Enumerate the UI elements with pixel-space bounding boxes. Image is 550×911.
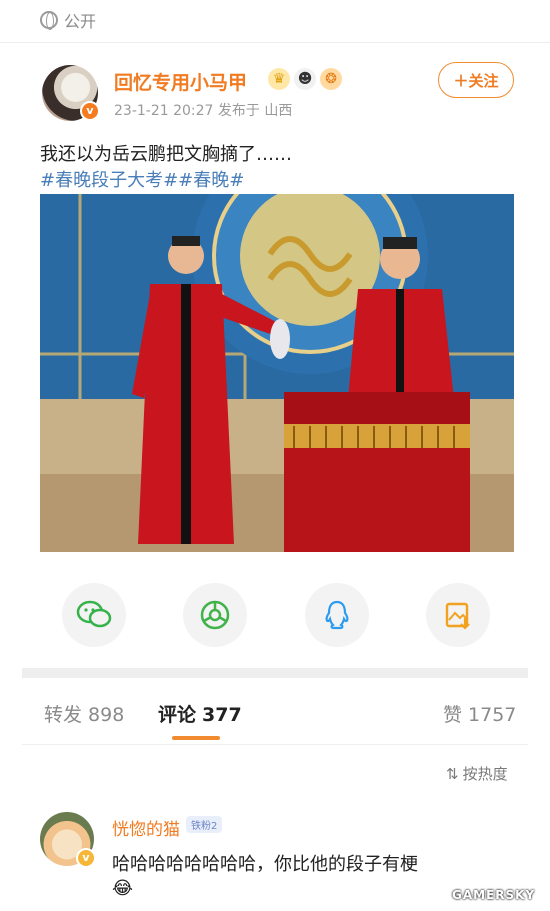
stage-photo — [40, 194, 514, 552]
tab-repost-label: 转发 — [44, 704, 83, 726]
tab-likes-label: 赞 — [443, 704, 463, 726]
tab-comments-count: 377 — [202, 704, 242, 726]
image-save-icon[interactable] — [426, 583, 490, 647]
share-row — [0, 583, 550, 647]
sort-control[interactable]: ⇅ 按热度 — [446, 763, 508, 784]
follow-button[interactable]: ＋关注 — [438, 62, 514, 98]
verified-badge-icon: v — [80, 101, 100, 121]
lion-icon: ❂ — [320, 68, 342, 90]
post-tabs: 转发 898 评论 377 赞 1757 — [0, 700, 550, 730]
moments-icon[interactable] — [183, 583, 247, 647]
sort-icon: ⇅ — [446, 764, 459, 783]
panda-icon: ☻ — [294, 68, 316, 90]
globe-icon — [40, 11, 58, 30]
tab-comments-label: 评论 — [158, 704, 197, 726]
tab-repost[interactable]: 转发 898 — [44, 700, 124, 727]
author-badges: ♛ ☻ ❂ — [268, 68, 342, 90]
watermark: GAMERSKY — [452, 888, 536, 902]
visibility-label: 公开 — [64, 12, 97, 31]
wechat-icon[interactable] — [62, 583, 126, 647]
tab-likes-count: 1757 — [468, 704, 517, 726]
commenter-verified-icon: v — [76, 848, 96, 868]
top-divider — [0, 42, 550, 43]
fan-level-badge: 铁粉2 — [186, 816, 223, 833]
post-meta: 23-1-21 20:27 发布于 山西 — [114, 103, 293, 119]
comment-text: 哈哈哈哈哈哈哈哈，你比他的段子有梗 — [112, 854, 418, 875]
tab-likes[interactable]: 赞 1757 — [443, 700, 516, 727]
author-name[interactable]: 回忆专用小马甲 — [114, 68, 247, 95]
crown-icon: ♛ — [268, 68, 290, 90]
commenter-name[interactable]: 恍惚的猫 — [112, 815, 180, 840]
post-hashtags[interactable]: #春晚段子大考##春晚# — [40, 166, 244, 192]
active-tab-indicator — [172, 736, 220, 740]
section-divider — [22, 668, 528, 678]
qq-icon[interactable] — [305, 583, 369, 647]
post-text: 我还以为岳云鹏把文胸摘了…… — [40, 144, 292, 165]
sort-label: 按热度 — [462, 765, 508, 783]
tabs-divider — [22, 744, 528, 745]
laughing-emoji-icon: 😂 — [112, 878, 134, 899]
tab-repost-count: 898 — [88, 704, 125, 726]
post-image[interactable] — [40, 194, 514, 552]
visibility-status: 公开 — [40, 8, 96, 32]
tab-comments[interactable]: 评论 377 — [158, 700, 242, 727]
